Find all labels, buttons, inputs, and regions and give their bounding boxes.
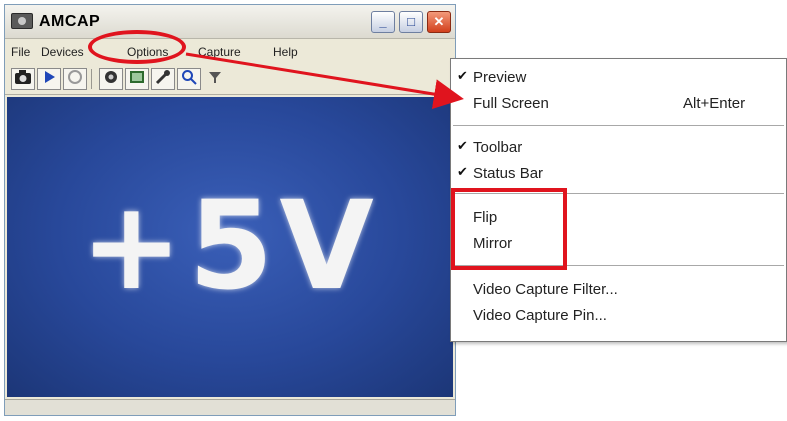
menu-item-status-bar[interactable]: ✔ Status Bar — [451, 161, 786, 187]
minimize-button[interactable]: _ — [371, 11, 395, 33]
tools-icon[interactable] — [151, 68, 175, 90]
menu-item-label: Video Capture Filter... — [473, 281, 618, 298]
menu-devices[interactable]: Devices — [41, 45, 84, 59]
play-icon[interactable] — [37, 68, 61, 90]
check-icon: ✔ — [457, 68, 468, 83]
menu-item-label: Preview — [473, 69, 527, 86]
camera-icon[interactable] — [11, 68, 35, 90]
check-icon: ✔ — [457, 164, 468, 179]
menu-item-full-screen[interactable]: Full Screen Alt+Enter — [451, 91, 786, 117]
menu-file[interactable]: File — [11, 45, 30, 59]
image-icon[interactable] — [125, 68, 149, 90]
video-preview: +5V — [7, 97, 453, 397]
options-highlight-ellipse — [88, 30, 186, 64]
menu-item-label: Status Bar — [473, 165, 544, 182]
menu-item-preview[interactable]: ✔ Preview — [451, 65, 786, 91]
video-frame-text: +5V — [80, 175, 380, 317]
menu-help[interactable]: Help — [273, 45, 298, 59]
menu-item-label: Full Screen — [473, 95, 549, 112]
stop-icon[interactable] — [63, 68, 87, 90]
maximize-button[interactable]: □ — [399, 11, 423, 33]
app-camera-icon — [11, 13, 33, 29]
menu-item-video-capture-pin[interactable]: Video Capture Pin... — [451, 303, 786, 329]
menu-item-toolbar[interactable]: ✔ Toolbar — [451, 135, 786, 161]
close-button[interactable]: ✕ — [427, 11, 451, 33]
window-title: AMCAP — [39, 13, 101, 30]
menu-capture[interactable]: Capture — [198, 45, 241, 59]
toolbar — [5, 65, 455, 95]
menu-item-label: Toolbar — [473, 139, 523, 156]
flip-mirror-highlight-box — [451, 188, 567, 270]
settings-icon[interactable] — [99, 68, 123, 90]
status-bar — [5, 399, 455, 415]
filter-icon[interactable] — [203, 68, 227, 90]
menu-bar: File Devices Options Capture Help — [5, 40, 455, 64]
title-bar[interactable]: AMCAP _ □ ✕ — [5, 5, 455, 39]
menu-separator — [453, 125, 784, 126]
check-icon: ✔ — [457, 138, 468, 153]
menu-item-video-capture-filter[interactable]: Video Capture Filter... — [451, 277, 786, 303]
toolbar-separator — [91, 69, 92, 89]
zoom-icon[interactable] — [177, 68, 201, 90]
menu-item-shortcut: Alt+Enter — [683, 95, 746, 112]
menu-item-label: Video Capture Pin... — [473, 307, 607, 324]
amcap-window: AMCAP _ □ ✕ File Devices Options Capture… — [4, 4, 456, 416]
